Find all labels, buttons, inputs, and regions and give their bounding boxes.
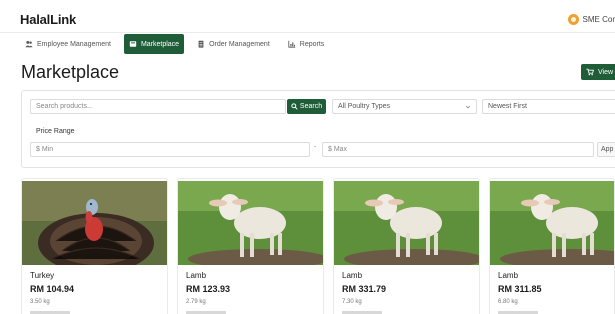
product-weight: 3.50 kg [30, 299, 50, 305]
top-bar: HalalLink SME Cor [0, 0, 615, 33]
apply-button-label: App [601, 146, 614, 153]
clipboard-icon [198, 40, 204, 48]
product-weight: 7.30 kg [342, 299, 362, 305]
users-icon [25, 40, 33, 48]
store-icon [129, 41, 137, 47]
chevron-down-icon [465, 105, 471, 108]
product-card[interactable]: Lamb RM 311.85 6.80 kg [489, 178, 615, 314]
user-menu[interactable]: SME Cor [567, 14, 615, 25]
product-grid: Turkey RM 104.94 3.50 kg Lamb RM 123.93 … [21, 178, 615, 314]
product-weight: 6.80 kg [498, 299, 518, 305]
nav-marketplace[interactable]: Marketplace [123, 34, 185, 54]
user-name: SME Cor [582, 15, 615, 24]
product-card[interactable]: Lamb RM 331.79 7.30 kg [333, 178, 480, 314]
brand-logo[interactable]: HalalLink [20, 12, 76, 27]
view-button-label: View [598, 68, 614, 76]
price-range-separator: - [314, 144, 317, 151]
product-image-lamb[interactable] [490, 181, 614, 265]
product-card[interactable]: Lamb RM 123.93 2.79 kg [177, 178, 324, 314]
product-card[interactable]: Turkey RM 104.94 3.50 kg [21, 178, 168, 314]
view-cart-button[interactable]: View [581, 64, 615, 80]
product-name: Lamb [186, 271, 207, 280]
search-button[interactable]: Search [287, 99, 326, 114]
page-title: Marketplace [21, 62, 120, 82]
main-nav: Employee Management Marketplace Order Ma… [20, 34, 329, 54]
apply-button[interactable]: App [597, 142, 615, 157]
product-price: RM 104.94 [30, 284, 75, 294]
product-price: RM 311.85 [498, 284, 542, 294]
search-icon [291, 103, 298, 110]
max-price-input[interactable]: $ Max [322, 142, 594, 157]
product-image-turkey[interactable] [22, 181, 167, 265]
nav-label: Employee Management [37, 40, 111, 48]
product-price: RM 123.93 [186, 284, 231, 294]
nav-label: Order Management [209, 40, 270, 48]
sort-select-value: Newest First [488, 103, 527, 110]
price-range-label: Price Range [36, 128, 75, 135]
product-name: Lamb [498, 271, 519, 280]
nav-label: Reports [299, 40, 325, 48]
type-select-value: All Poultry Types [338, 103, 391, 110]
min-price-input[interactable]: $ Min [30, 142, 310, 157]
chart-icon [288, 40, 295, 48]
nav-label: Marketplace [140, 40, 180, 48]
product-price: RM 331.79 [342, 284, 387, 294]
search-placeholder: Search products... [36, 103, 93, 110]
cart-icon [586, 68, 594, 76]
sort-select[interactable]: Newest First [482, 99, 615, 114]
user-avatar-icon [567, 14, 579, 25]
nav-reports[interactable]: Reports [283, 34, 330, 54]
product-name: Turkey [30, 271, 55, 280]
min-price-placeholder: $ Min [36, 146, 54, 153]
nav-order-management[interactable]: Order Management [192, 34, 275, 54]
search-button-label: Search [299, 103, 323, 110]
search-input[interactable]: Search products... [30, 99, 286, 114]
poultry-type-select[interactable]: All Poultry Types [332, 99, 477, 114]
max-price-placeholder: $ Max [328, 146, 348, 153]
product-name: Lamb [342, 271, 363, 280]
product-image-lamb[interactable] [178, 181, 323, 265]
product-image-lamb[interactable] [334, 181, 479, 265]
filter-panel: Search products... Search All Poultry Ty… [21, 90, 615, 168]
nav-employee-management[interactable]: Employee Management [20, 34, 116, 54]
product-weight: 2.79 kg [186, 299, 206, 305]
